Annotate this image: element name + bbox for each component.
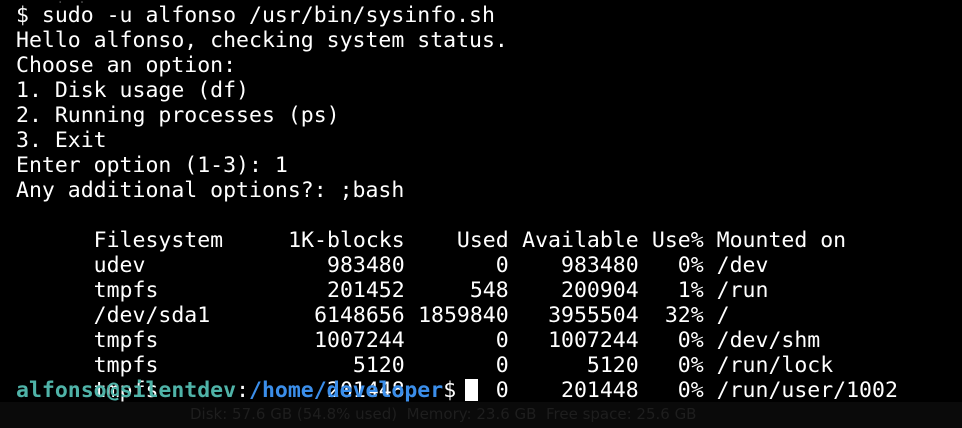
df-cell-available: 200904 — [561, 278, 639, 303]
df-header-available: Available — [522, 228, 639, 253]
prompt-separator: : — [236, 378, 250, 403]
df-header-blocks: 1K-blocks — [288, 228, 405, 253]
df-cell-filesystem: tmpfs — [93, 353, 159, 378]
df-cell-use-percent: 32% — [664, 303, 704, 328]
df-cell-mounted-on: /run/lock — [716, 353, 834, 378]
output-line: Choose an option: — [16, 53, 237, 78]
df-header-used: Used — [456, 228, 509, 253]
df-cell-filesystem: /dev/sda1 — [93, 303, 211, 328]
df-cell-blocks: 6148656 — [314, 303, 405, 328]
command-line: $ sudo -u alfonso /usr/bin/sysinfo.sh — [16, 3, 495, 28]
input-echo-line: Any additional options?: ;bash — [16, 178, 405, 203]
df-cell-available: 1007244 — [548, 328, 639, 353]
df-cell-available: 201448 — [561, 378, 639, 403]
df-cell-use-percent: 0% — [677, 328, 704, 353]
df-cell-mounted-on: / — [716, 303, 730, 328]
df-cell-use-percent: 0% — [677, 353, 704, 378]
prompt-user-host: alfonso@silentdev — [16, 378, 237, 403]
df-cell-filesystem: tmpfs — [93, 328, 159, 353]
df-cell-used: 548 — [469, 278, 509, 303]
df-cell-mounted-on: /run/user/1002 — [716, 378, 898, 403]
output-line: Hello alfonso, checking system status. — [16, 28, 508, 53]
df-cell-use-percent: 0% — [677, 253, 704, 278]
menu-option-line: 1. Disk usage (df) — [16, 78, 249, 103]
df-cell-mounted-on: /dev — [716, 253, 769, 278]
df-header-filesystem: Filesystem — [93, 228, 224, 253]
df-cell-blocks: 5120 — [352, 353, 405, 378]
df-cell-mounted-on: /dev/shm — [716, 328, 821, 353]
df-header-mounted-on: Mounted on — [716, 228, 847, 253]
status-ghost-text: Disk: 57.6 GB (54.8% used) Memory: 23.6 … — [190, 405, 697, 423]
df-cell-used: 0 — [495, 353, 509, 378]
prompt-symbol: $ — [443, 378, 457, 403]
df-cell-blocks: 201452 — [327, 278, 405, 303]
df-cell-available: 983480 — [561, 253, 639, 278]
df-cell-available: 3955504 — [548, 303, 639, 328]
df-cell-blocks: 983480 — [327, 253, 405, 278]
df-cell-blocks: 1007244 — [314, 328, 405, 353]
df-cell-filesystem: udev — [93, 253, 146, 278]
df-cell-filesystem: tmpfs — [93, 278, 159, 303]
df-cell-use-percent: 0% — [677, 378, 704, 403]
scrolled-off-fragment: · ·: ·:· · · — [35, 0, 122, 6]
terminal-window[interactable]: · ·: ·:· · · $ sudo -u alfonso /usr/bin/… — [0, 0, 962, 428]
df-header-use-percent: Use% — [651, 228, 704, 253]
df-header-row: Filesystem 1K-blocks Used Available Use% Moun… — [16, 203, 962, 253]
df-cell-used: 1859840 — [418, 303, 509, 328]
terminal-screen: $ sudo -u alfonso /usr/bin/sysinfo.sh He… — [16, 3, 962, 403]
prompt-path: /home/developer — [249, 378, 444, 403]
df-cell-use-percent: 1% — [677, 278, 704, 303]
text-cursor[interactable] — [465, 379, 479, 401]
df-cell-used: 0 — [495, 253, 509, 278]
input-echo-line: Enter option (1-3): 1 — [16, 153, 288, 178]
status-bar-ghost: Disk: 57.6 GB (54.8% used) Memory: 23.6 … — [0, 402, 962, 428]
df-cell-available: 5120 — [586, 353, 639, 378]
df-cell-mounted-on: /run — [716, 278, 769, 303]
df-cell-used: 0 — [495, 328, 509, 353]
menu-option-line: 3. Exit — [16, 128, 107, 153]
menu-option-line: 2. Running processes (ps) — [16, 103, 340, 128]
